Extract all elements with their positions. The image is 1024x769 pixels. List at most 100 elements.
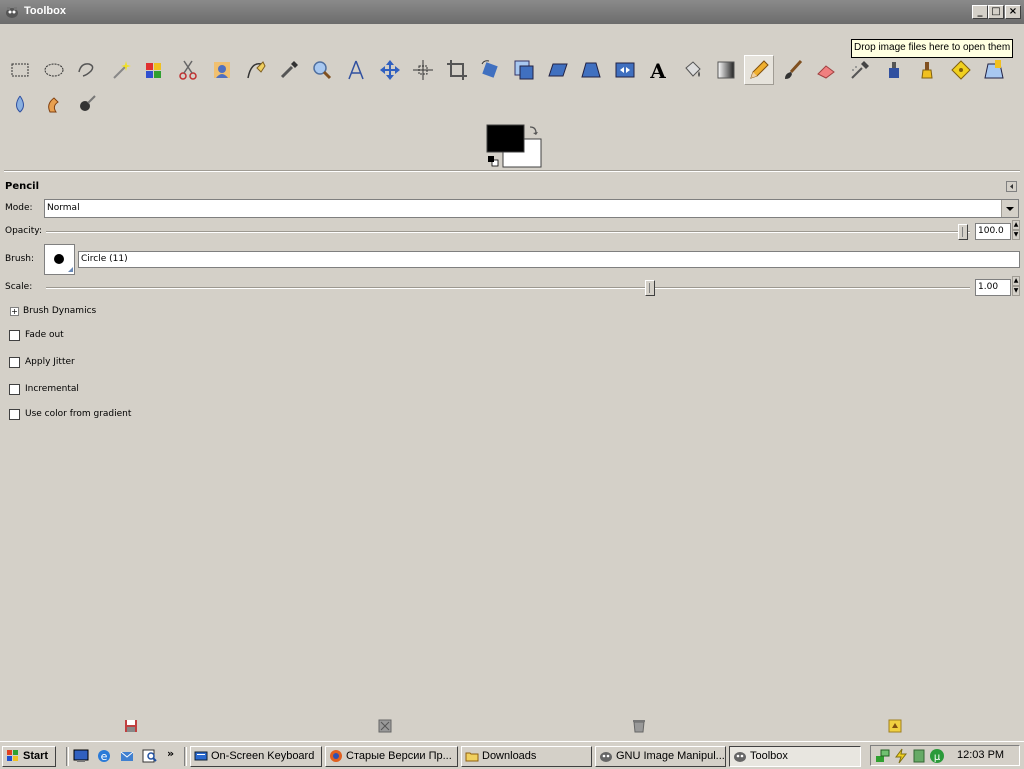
- start-button[interactable]: Start: [2, 746, 56, 767]
- tool-button-ellipse-select[interactable]: [39, 55, 69, 85]
- tool-button-heal[interactable]: [946, 55, 976, 85]
- mode-select[interactable]: Normal: [44, 199, 1019, 218]
- tool-button-foreground-select[interactable]: [207, 55, 237, 85]
- tool-button-dodge-burn[interactable]: [72, 89, 102, 119]
- save-options-icon[interactable]: [122, 717, 140, 735]
- scale-label: Scale:: [5, 282, 33, 292]
- clock[interactable]: 12:03 PM: [957, 749, 1004, 761]
- blend-icon: [717, 61, 735, 79]
- taskbar-button[interactable]: GNU Image Manipul...: [595, 746, 726, 767]
- checkbox-label[interactable]: Fade out: [25, 330, 64, 340]
- checkbox-label[interactable]: Incremental: [25, 384, 79, 394]
- scale-slider-track[interactable]: [46, 287, 970, 289]
- options-menu-icon[interactable]: [1006, 181, 1017, 192]
- tool-button-flip[interactable]: [610, 55, 640, 85]
- tool-button-clone[interactable]: [912, 55, 942, 85]
- tool-button-rotate[interactable]: [475, 55, 505, 85]
- tool-button-airbrush[interactable]: [845, 55, 875, 85]
- opacity-input[interactable]: 100.0: [975, 223, 1011, 240]
- fg-bg-color-area[interactable]: [486, 124, 544, 170]
- search-icon[interactable]: [142, 748, 158, 764]
- tool-button-color-select[interactable]: [139, 55, 169, 85]
- mode-label: Mode:: [5, 203, 33, 213]
- scale-input[interactable]: 1.00: [975, 279, 1011, 296]
- move-icon: [379, 60, 400, 80]
- taskbar-button-label: GNU Image Manipul...: [616, 750, 725, 762]
- taskbar-button-label: On-Screen Keyboard: [211, 750, 315, 762]
- show-desktop-icon[interactable]: [73, 748, 89, 764]
- checkbox-incremental[interactable]: [9, 384, 20, 395]
- checkbox-label[interactable]: Use color from gradient: [25, 409, 131, 419]
- expand-icon[interactable]: +: [10, 307, 19, 316]
- tool-button-eraser[interactable]: [811, 55, 841, 85]
- reset-options-icon[interactable]: [886, 717, 904, 735]
- volume-icon[interactable]: [911, 748, 927, 764]
- mode-value: Normal: [47, 203, 80, 213]
- utorrent-icon[interactable]: µ: [929, 748, 945, 764]
- rect-select-icon: [11, 63, 29, 77]
- network-icon[interactable]: [875, 748, 891, 764]
- close-button[interactable]: ×: [1005, 5, 1021, 19]
- opacity-slider-track[interactable]: [46, 231, 970, 233]
- firefox-icon: [330, 750, 342, 762]
- tool-button-crop[interactable]: [442, 55, 472, 85]
- svg-text:µ: µ: [934, 752, 941, 763]
- delete-options-icon[interactable]: [630, 717, 648, 735]
- tool-button-move[interactable]: [375, 55, 405, 85]
- taskbar-button-label: Старые Версии Пр...: [346, 750, 452, 762]
- tool-button-blend[interactable]: [711, 55, 741, 85]
- checkbox-use-color-from-gradient[interactable]: [9, 409, 20, 420]
- perspective-clone-icon: [984, 60, 1005, 79]
- power-icon[interactable]: [893, 748, 909, 764]
- taskbar-button-label: Downloads: [482, 750, 537, 762]
- scale-slider-handle[interactable]: [645, 280, 656, 296]
- tool-button-zoom[interactable]: [307, 55, 337, 85]
- color-select-icon: [146, 63, 162, 78]
- chevron-down-icon[interactable]: [1001, 200, 1018, 217]
- taskbar-button[interactable]: Downloads: [461, 746, 592, 767]
- outlook-express-icon[interactable]: [119, 748, 135, 764]
- rotate-icon: [481, 60, 499, 78]
- restore-options-icon[interactable]: [376, 717, 394, 735]
- tool-button-color-picker[interactable]: [274, 55, 304, 85]
- maximize-button[interactable]: □: [988, 5, 1004, 19]
- tool-button-pencil[interactable]: [744, 55, 775, 85]
- tool-button-blur[interactable]: [5, 89, 35, 119]
- taskbar-button[interactable]: On-Screen Keyboard: [190, 746, 322, 767]
- tool-button-bucket-fill[interactable]: [677, 55, 707, 85]
- opacity-spinner[interactable]: ▲ ▼: [1012, 220, 1020, 242]
- minimize-button[interactable]: _: [972, 5, 988, 19]
- tool-button-ink[interactable]: [879, 55, 909, 85]
- tool-button-smudge[interactable]: [39, 89, 69, 119]
- tool-button-shear[interactable]: [543, 55, 573, 85]
- brush-dynamics-expander[interactable]: Brush Dynamics: [23, 306, 96, 316]
- tool-button-scale[interactable]: [509, 55, 539, 85]
- tool-button-fuzzy-select[interactable]: [106, 55, 136, 85]
- taskbar-button[interactable]: Старые Версии Пр...: [325, 746, 458, 767]
- quick-launch-chevron[interactable]: »: [167, 747, 174, 760]
- foreground-select-icon: [213, 62, 230, 78]
- tool-button-perspective[interactable]: [576, 55, 606, 85]
- tool-button-perspective-clone[interactable]: [979, 55, 1009, 85]
- title-bar[interactable]: Toolbox _ □ ×: [0, 0, 1024, 24]
- checkbox-fade-out[interactable]: [9, 330, 20, 341]
- opacity-slider-handle[interactable]: [958, 224, 968, 240]
- paintbrush-icon: [784, 59, 802, 79]
- checkbox-label[interactable]: Apply Jitter: [25, 357, 75, 367]
- free-select-icon: [78, 63, 94, 77]
- tool-button-align[interactable]: [408, 55, 438, 85]
- brush-name-field[interactable]: Circle (11): [78, 251, 1020, 268]
- checkbox-apply-jitter[interactable]: [9, 357, 20, 368]
- taskbar-button[interactable]: Toolbox: [729, 746, 861, 767]
- tool-button-paths[interactable]: [240, 55, 270, 85]
- scale-spinner[interactable]: ▲ ▼: [1012, 276, 1020, 298]
- tool-button-rect-select[interactable]: [5, 55, 35, 85]
- brush-preview-button[interactable]: [44, 244, 75, 275]
- tool-button-text[interactable]: A: [643, 55, 673, 85]
- internet-explorer-icon[interactable]: e: [96, 748, 112, 764]
- tool-button-paintbrush[interactable]: [778, 55, 808, 85]
- tool-button-measure[interactable]: [341, 55, 371, 85]
- color-picker-icon: [280, 61, 298, 79]
- tool-button-free-select[interactable]: [72, 55, 102, 85]
- tool-button-scissors[interactable]: [173, 55, 203, 85]
